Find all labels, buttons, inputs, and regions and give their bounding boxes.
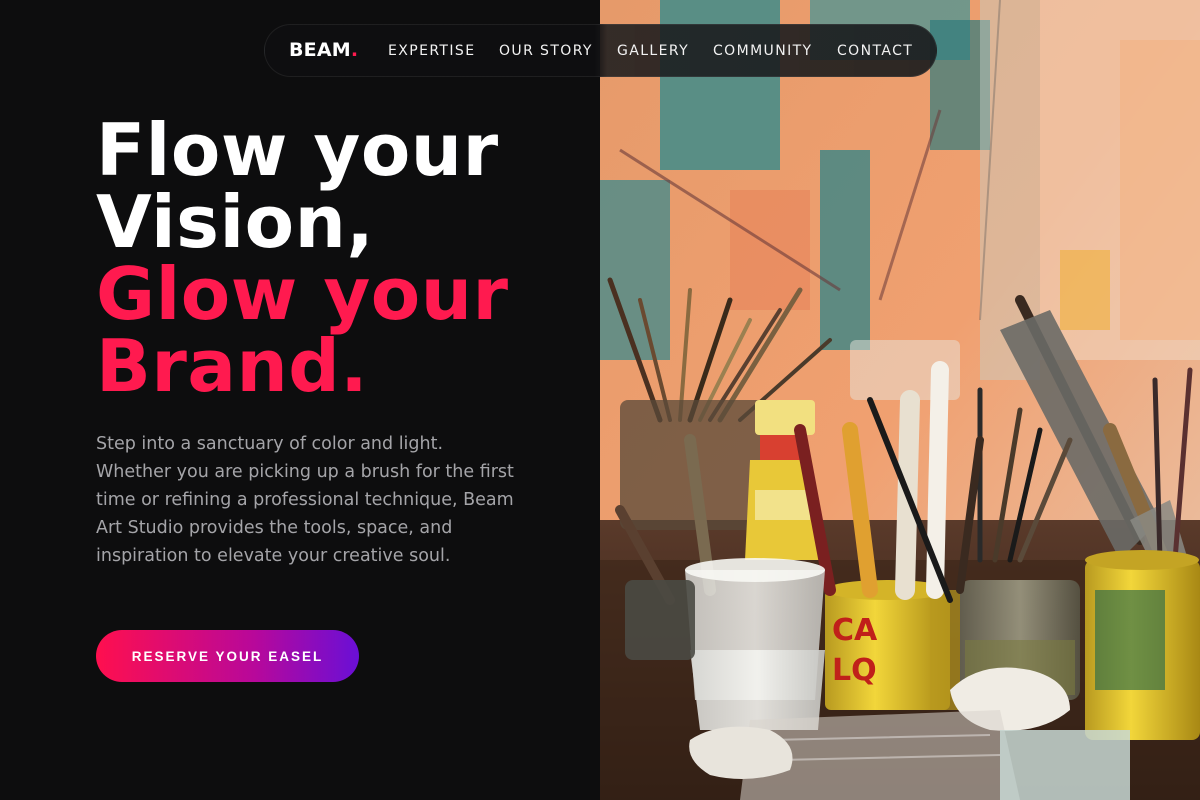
nav-item-contact[interactable]: CONTACT xyxy=(837,43,913,59)
hero-heading-line-4: Brand. xyxy=(96,324,369,408)
nav-item-our-story[interactable]: OUR STORY xyxy=(499,43,593,59)
brand-dot: . xyxy=(350,39,359,61)
nav-item-gallery[interactable]: GALLERY xyxy=(617,43,689,59)
hero-description: Step into a sanctuary of color and light… xyxy=(96,434,514,566)
brand-name: BEAM xyxy=(289,39,351,61)
hero-image: CA LQ xyxy=(600,0,1200,800)
main-navigation: BEAM. EXPERTISE OUR STORY GALLERY COMMUN… xyxy=(264,24,937,77)
hero-heading: Flow your Vision, Glow your Brand. xyxy=(96,114,509,402)
hero-heading-line-1: Flow your xyxy=(96,108,499,192)
art-studio-illustration: CA LQ xyxy=(600,0,1200,800)
nav-item-community[interactable]: COMMUNITY xyxy=(713,43,813,59)
reserve-easel-button[interactable]: RESERVE YOUR EASEL xyxy=(96,630,359,682)
svg-text:CA: CA xyxy=(832,613,878,648)
hero-heading-line-3: Glow your xyxy=(96,252,509,336)
brand-logo[interactable]: BEAM. xyxy=(289,39,358,61)
hero-heading-line-2: Vision, xyxy=(96,180,375,264)
nav-item-expertise[interactable]: EXPERTISE xyxy=(388,43,475,59)
svg-text:LQ: LQ xyxy=(832,653,877,688)
